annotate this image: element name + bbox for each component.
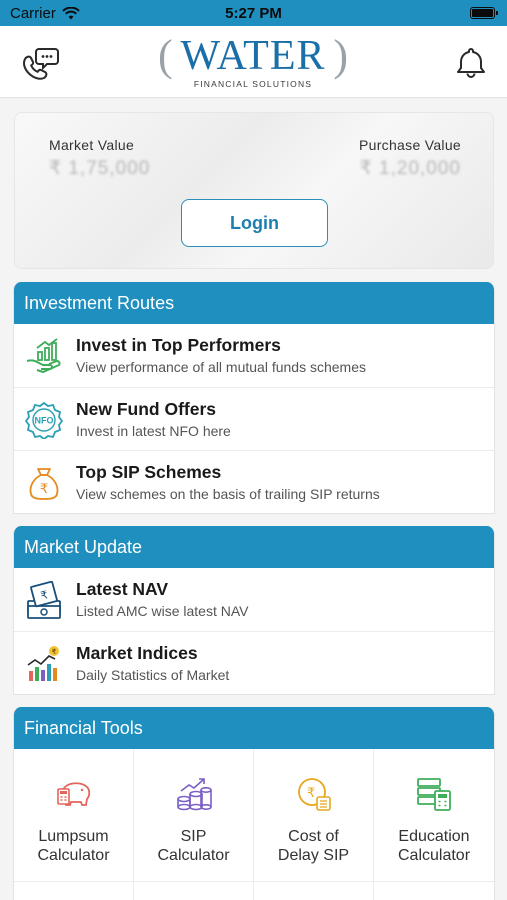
growth-hand-icon (26, 338, 61, 374)
rupee-clock-icon: ₹ (298, 778, 331, 811)
tool-name: Cost of Delay SIP (277, 828, 350, 864)
tool-lumpsum-calculator[interactable]: Lumpsum Calculator (14, 749, 134, 881)
portfolio-card: Market Value ₹ 1,75,000 Purchase Value ₹… (14, 112, 494, 269)
piggy-calculator-icon (57, 782, 91, 806)
battery-icon (470, 7, 498, 19)
coins-growth-icon (177, 778, 212, 811)
tool-name: Education Calculator (397, 828, 471, 864)
logo-subtitle: FINANCIAL SOLUTIONS (193, 79, 313, 89)
nfo-badge-icon: NFO (25, 401, 63, 439)
item-description: Daily Statistics of Market (76, 667, 230, 683)
section-header: Investment Routes (14, 282, 494, 324)
svg-text:₹: ₹ (40, 482, 48, 497)
water-logo: ( WATER ) FINANCIAL SOLUTIONS (158, 31, 348, 90)
list-item-latest-nav[interactable]: ₹ Latest NAV Listed AMC wise latest NAV (14, 568, 494, 631)
list-item-market-indices[interactable]: ₹ Market Indices Daily Statistics of Mar… (14, 631, 494, 694)
status-bar: Carrier 5:27 PM (0, 0, 507, 26)
list-item-new-fund-offers[interactable]: NFO New Fund Offers Invest in latest NFO… (14, 387, 494, 450)
books-calculator-icon (417, 778, 451, 811)
item-title: Market Indices (76, 643, 198, 663)
item-title: Top SIP Schemes (76, 462, 222, 482)
svg-text:₹: ₹ (52, 648, 57, 656)
svg-text:NFO: NFO (35, 416, 54, 426)
login-button[interactable]: Login (181, 199, 328, 247)
tool-name: Lumpsum Calculator (37, 828, 110, 864)
cash-stack-icon: ₹ (27, 581, 61, 619)
market-chart-icon: ₹ (27, 646, 59, 681)
svg-text:₹: ₹ (307, 786, 315, 801)
chat-phone-icon[interactable] (20, 42, 60, 82)
logo-word: WATER (180, 33, 326, 79)
tools-grid: Lumpsum Calculator SIP Calculator ₹ Cost… (14, 749, 494, 881)
financial-tools-section: Financial Tools Lumpsum Calculator SIP C… (13, 707, 495, 900)
item-description: Invest in latest NFO here (76, 423, 231, 439)
item-title: New Fund Offers (76, 399, 217, 419)
item-title: Invest in Top Performers (76, 335, 281, 355)
item-description: Listed AMC wise latest NAV (76, 603, 249, 619)
tools-next-row (14, 881, 494, 900)
section-header: Financial Tools (14, 707, 494, 749)
tool-name: SIP Calculator (157, 828, 230, 864)
list-item-top-performers[interactable]: Invest in Top Performers View performanc… (14, 324, 494, 387)
purchase-value: ₹ 1,20,000 (359, 158, 461, 179)
investment-routes-section: Investment Routes Invest in Top Performe… (13, 282, 495, 514)
tool-cost-of-delay-sip[interactable]: ₹ Cost of Delay SIP (254, 749, 374, 881)
tool-education-calculator[interactable]: Education Calculator (374, 749, 494, 881)
rupee-bag-icon: ₹ (29, 468, 59, 500)
section-header: Market Update (14, 526, 494, 568)
market-value-label: Market Value (49, 137, 135, 153)
clock: 5:27 PM (225, 5, 282, 22)
item-title: Latest NAV (76, 579, 169, 599)
list-item-top-sip-schemes[interactable]: ₹ Top SIP Schemes View schemes on the ba… (14, 450, 494, 513)
purchase-value-label: Purchase Value (358, 137, 461, 153)
bell-icon[interactable] (455, 45, 487, 79)
item-description: View schemes on the basis of trailing SI… (76, 486, 380, 502)
tool-sip-calculator[interactable]: SIP Calculator (134, 749, 254, 881)
item-description: View performance of all mutual funds sch… (76, 359, 366, 375)
app-header: ( WATER ) FINANCIAL SOLUTIONS (0, 26, 507, 98)
market-update-section: Market Update ₹ Latest NAV Listed AMC wi… (13, 526, 495, 695)
market-value: ₹ 1,75,000 (49, 158, 151, 179)
